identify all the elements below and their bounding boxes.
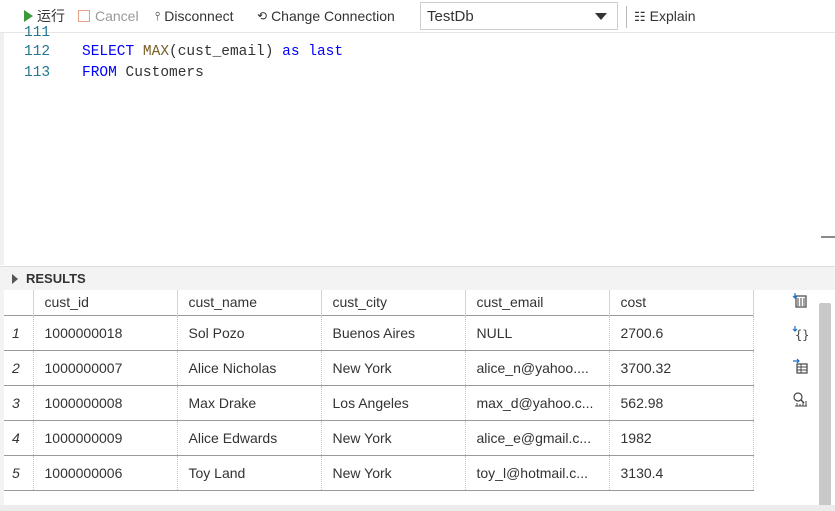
chevron-right-icon xyxy=(12,273,18,284)
horizontal-scrollbar[interactable] xyxy=(0,505,835,511)
table-row[interactable]: 2 1000000007 Alice Nicholas New York alice_n… xyxy=(4,349,754,385)
table-cell[interactable]: toy_l@hotmail.c... xyxy=(465,454,610,491)
chevron-down-icon xyxy=(595,13,607,20)
table-cell[interactable]: Max Drake xyxy=(177,384,322,420)
explain-button[interactable]: ☷ Explain xyxy=(634,0,696,33)
connection-selected-value: TestDb xyxy=(427,7,474,25)
results-panel-header[interactable]: RESULTS xyxy=(0,266,835,290)
query-toolbar: 运行 Cancel ⫯ Disconnect ⟲ Change Connecti… xyxy=(0,0,835,33)
results-title: RESULTS xyxy=(26,271,86,286)
line-number: 111 xyxy=(24,25,51,41)
connection-select[interactable]: TestDb xyxy=(420,2,618,30)
table-cell[interactable]: Sol Pozo xyxy=(177,314,322,350)
editor-gutter-edge xyxy=(0,33,4,265)
hierarchy-icon: ☷ xyxy=(634,8,646,24)
table-cell[interactable]: New York xyxy=(321,349,466,385)
disconnect-label: Disconnect xyxy=(164,8,234,24)
line-number: 112 xyxy=(24,44,51,60)
table-cell[interactable]: NULL xyxy=(465,314,610,350)
table-cell[interactable]: New York xyxy=(321,454,466,491)
row-index: 2 xyxy=(4,349,34,385)
explain-label: Explain xyxy=(649,8,696,24)
table-header-row: cust_id cust_name cust_city cust_email c… xyxy=(4,290,754,315)
code-token: as xyxy=(282,44,300,60)
toolbar-divider xyxy=(626,6,627,28)
row-index-header xyxy=(4,290,34,315)
table-cell[interactable]: alice_e@gmail.c... xyxy=(465,419,610,455)
refresh-connection-icon: ⟲ xyxy=(257,9,268,23)
table-cell[interactable]: 1000000007 xyxy=(33,349,178,385)
table-cell[interactable]: New York xyxy=(321,419,466,455)
save-csv-icon[interactable] xyxy=(790,290,810,310)
row-index: 3 xyxy=(4,384,34,420)
table-row[interactable]: 3 1000000008 Max Drake Los Angeles max_d@yah… xyxy=(4,384,754,420)
svg-text:{}: {} xyxy=(795,328,808,341)
table-cell[interactable]: Alice Nicholas xyxy=(177,349,322,385)
code-token: (cust_email) xyxy=(169,44,283,60)
table-cell[interactable]: 1000000006 xyxy=(33,454,178,491)
table-cell[interactable]: 1000000008 xyxy=(33,384,178,420)
row-index: 5 xyxy=(4,454,34,491)
line-number: 113 xyxy=(24,65,51,81)
table-cell[interactable]: Buenos Aires xyxy=(321,314,466,350)
save-excel-icon[interactable] xyxy=(790,356,810,376)
results-table: cust_id cust_name cust_city cust_email c… xyxy=(4,290,754,491)
column-header[interactable]: cust_city xyxy=(321,290,466,315)
table-cell[interactable]: alice_n@yahoo.... xyxy=(465,349,610,385)
column-header[interactable]: cust_email xyxy=(465,290,610,315)
table-cell[interactable]: Los Angeles xyxy=(321,384,466,420)
table-cell[interactable]: max_d@yahoo.c... xyxy=(465,384,610,420)
table-cell[interactable]: 2700.6 xyxy=(609,314,754,350)
sql-editor[interactable]: 111 112 SELECT MAX(cust_email) as last 113 F… xyxy=(0,25,835,265)
table-cell[interactable]: 3700.32 xyxy=(609,349,754,385)
column-header[interactable]: cost xyxy=(609,290,754,315)
table-row[interactable]: 1 1000000018 Sol Pozo Buenos Aires NULL 2700.… xyxy=(4,314,754,350)
code-token: MAX xyxy=(142,44,170,60)
table-cell[interactable]: 1982 xyxy=(609,419,754,455)
results-grid: cust_id cust_name cust_city cust_email c… xyxy=(0,290,835,511)
results-scrollbar[interactable] xyxy=(819,303,831,510)
stop-icon xyxy=(78,10,90,22)
row-index: 1 xyxy=(4,314,34,350)
table-cell[interactable]: 562.98 xyxy=(609,384,754,420)
code-text: SELECT MAX(cust_email) as last xyxy=(82,42,343,63)
play-icon xyxy=(24,10,33,22)
column-header[interactable]: cust_id xyxy=(33,290,178,315)
editor-scroll-marker xyxy=(821,236,835,238)
save-json-icon[interactable]: {} xyxy=(790,323,810,343)
change-connection-label: Change Connection xyxy=(271,8,395,24)
row-index: 4 xyxy=(4,419,34,455)
disconnect-button[interactable]: ⫯ Disconnect xyxy=(155,0,234,33)
table-row[interactable]: 4 1000000009 Alice Edwards New York alice_e@… xyxy=(4,419,754,455)
code-token: FROM xyxy=(82,65,117,81)
code-token: SELECT xyxy=(82,44,135,60)
table-row[interactable]: 5 1000000006 Toy Land New York toy_l@hotmail… xyxy=(4,454,754,491)
table-cell[interactable]: 1000000009 xyxy=(33,419,178,455)
cancel-button[interactable]: Cancel xyxy=(78,0,139,33)
grid-left-edge xyxy=(0,290,4,511)
table-cell[interactable]: 3130.4 xyxy=(609,454,754,491)
chart-icon[interactable] xyxy=(790,389,810,409)
plug-icon: ⫯ xyxy=(155,9,161,23)
code-token: Customers xyxy=(116,65,204,81)
table-cell[interactable]: Alice Edwards xyxy=(177,419,322,455)
code-token: last xyxy=(308,44,344,60)
table-cell[interactable]: 1000000018 xyxy=(33,314,178,350)
column-header[interactable]: cust_name xyxy=(177,290,322,315)
change-connection-button[interactable]: ⟲ Change Connection xyxy=(257,0,395,33)
table-cell[interactable]: Toy Land xyxy=(177,454,322,491)
cancel-label: Cancel xyxy=(95,8,139,24)
code-text: FROM Customers xyxy=(82,63,204,84)
